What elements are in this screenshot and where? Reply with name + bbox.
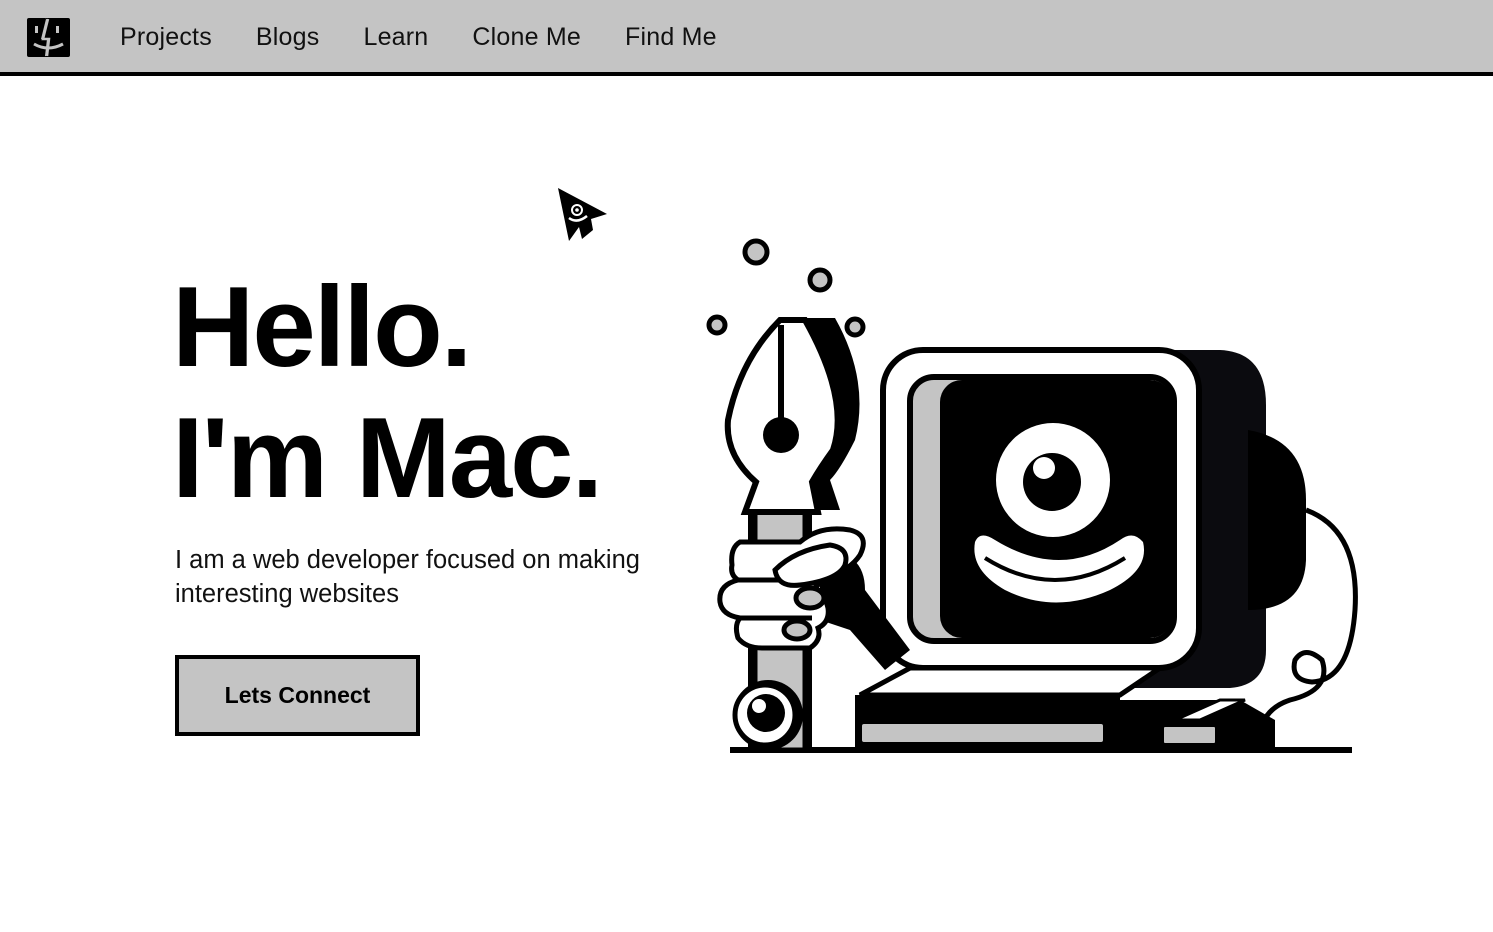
nav-link-projects[interactable]: Projects: [120, 23, 212, 54]
hero-title-line-2: I'm Mac.: [172, 395, 603, 522]
nav-links: Projects Blogs Learn Clone Me Find Me: [120, 0, 717, 76]
hero-subtitle: I am a web developer focused on making i…: [175, 546, 640, 608]
nav-link-learn[interactable]: Learn: [363, 23, 428, 54]
smiley-pointer-icon: [558, 188, 607, 241]
hero-title: Hello. I'm Mac.: [172, 262, 603, 524]
hero-title-line-1: Hello.: [172, 264, 472, 391]
nav-link-clone-me[interactable]: Clone Me: [472, 23, 581, 54]
top-navbar: Projects Blogs Learn Clone Me Find Me: [0, 0, 1493, 76]
nav-link-find-me[interactable]: Find Me: [625, 23, 717, 54]
nav-link-blogs[interactable]: Blogs: [256, 23, 320, 54]
computer-and-pen-illustration: [706, 238, 1358, 753]
lets-connect-button[interactable]: Lets Connect: [175, 655, 420, 736]
finder-face-icon[interactable]: [26, 17, 71, 58]
